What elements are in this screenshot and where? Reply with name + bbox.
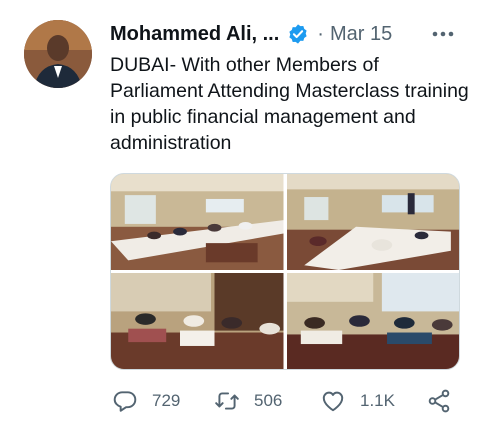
like-button[interactable]: 1.1K xyxy=(320,386,395,416)
author-avatar[interactable] xyxy=(24,20,92,88)
avatar-image xyxy=(24,20,92,88)
media-photo-1[interactable] xyxy=(111,174,284,270)
tweet-date[interactable]: Mar 15 xyxy=(330,23,392,46)
retweet-icon xyxy=(215,392,239,410)
share-icon xyxy=(428,389,450,413)
header-separator: · xyxy=(317,22,324,45)
tweet-action-bar: 729 506 1.1K xyxy=(108,386,460,416)
media-photo-3[interactable] xyxy=(111,273,284,369)
tweet-text: DUBAI- With other Members of Parliament … xyxy=(110,54,469,154)
conference-room-photo xyxy=(286,174,459,270)
conference-room-photo xyxy=(111,174,284,270)
like-icon xyxy=(322,391,344,412)
retweet-button[interactable]: 506 xyxy=(214,386,282,416)
media-photo-4[interactable] xyxy=(286,273,459,369)
conference-room-photo xyxy=(286,273,459,369)
reply-count: 729 xyxy=(152,391,181,410)
tweet-header: Mohammed Ali, ... · Mar 15 xyxy=(110,20,392,48)
reply-button[interactable]: 729 xyxy=(112,386,180,416)
like-count: 1.1K xyxy=(360,391,395,410)
share-button[interactable] xyxy=(426,386,452,416)
tweet-media-grid[interactable] xyxy=(110,173,460,370)
retweet-count: 506 xyxy=(254,391,283,410)
verified-badge-icon xyxy=(289,24,307,44)
conference-room-photo xyxy=(111,273,284,369)
media-photo-2[interactable] xyxy=(286,174,459,270)
more-options-icon[interactable] xyxy=(430,22,456,46)
reply-icon xyxy=(113,391,137,412)
author-name[interactable]: Mohammed Ali, ... xyxy=(110,23,279,46)
